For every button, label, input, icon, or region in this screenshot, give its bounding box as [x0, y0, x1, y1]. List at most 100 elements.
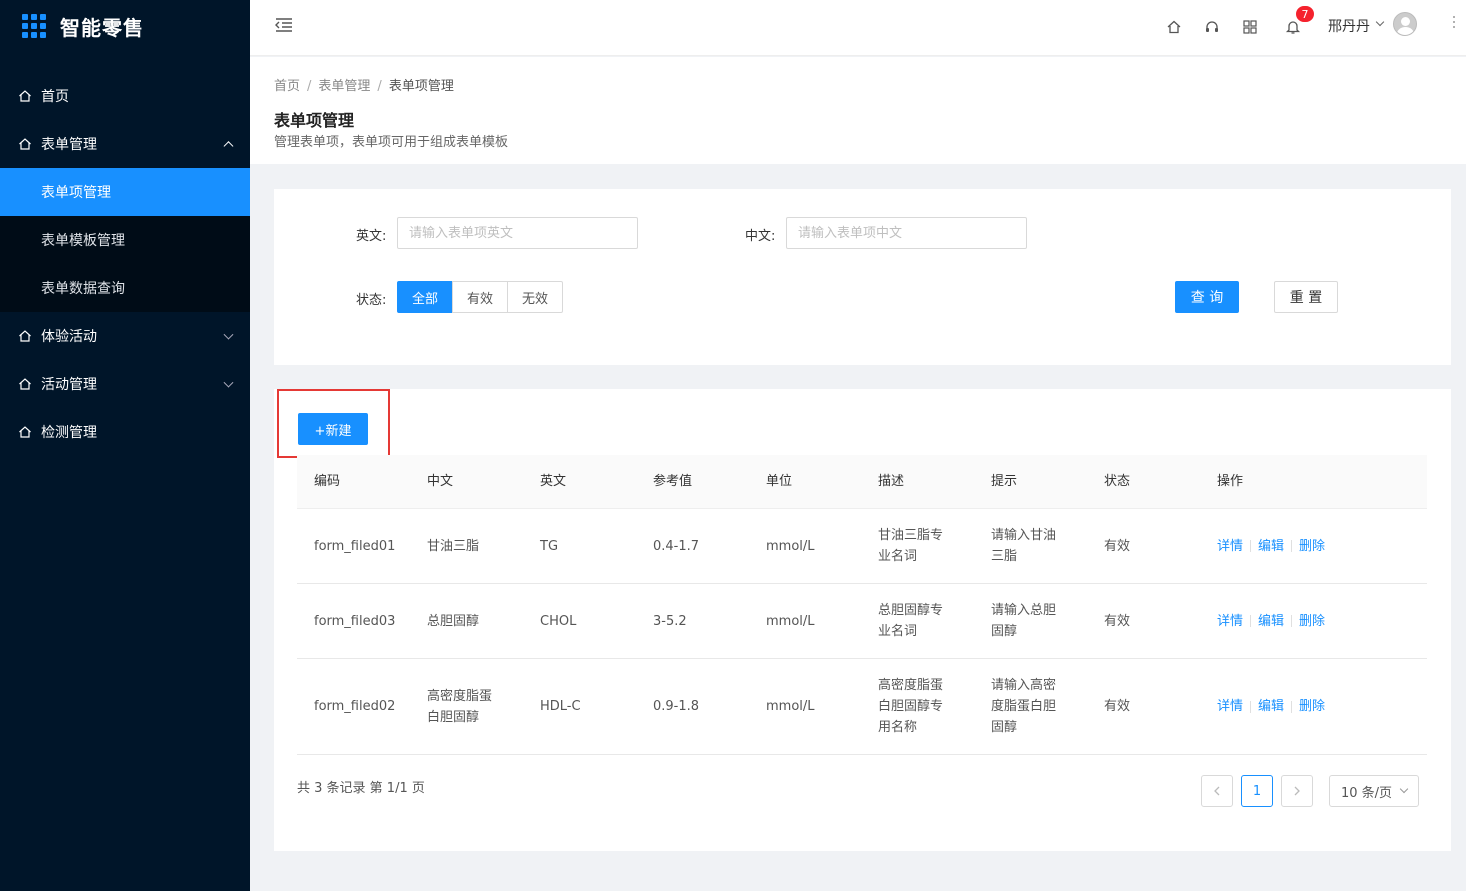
cell-unit: mmol/L [766, 538, 815, 554]
delete-link[interactable]: 删除 [1299, 614, 1325, 629]
cell-description: 高密度脂蛋白胆固醇专用名称 [878, 678, 944, 735]
menu-fold-icon[interactable] [275, 17, 293, 37]
sidebar-item-label: 表单项管理 [41, 185, 111, 201]
detail-link[interactable]: 详情 [1217, 539, 1243, 554]
cell-status: 有效 [1104, 699, 1131, 714]
detail-link[interactable]: 详情 [1217, 614, 1243, 629]
page-description: 管理表单项，表单项可用于组成表单模板 [274, 135, 509, 150]
username[interactable]: 邢丹丹 [1328, 16, 1370, 36]
sidebar-item-label: 表单管理 [41, 137, 97, 153]
page-size-value: 10 条/页 [1341, 785, 1393, 801]
breadcrumb-item-form-management[interactable]: 表单管理 [318, 79, 370, 94]
sidebar: 智能零售 首页 表单管理 表单项管理 表单模板管理 表单数据查询 体验活动 活动… [0, 0, 250, 891]
sidebar-item-label: 首页 [41, 89, 69, 105]
sidebar-item-form-item-management[interactable]: 表单项管理 [0, 168, 250, 216]
cell-code: form_filed01 [314, 538, 396, 554]
notification-badge: 7 [1295, 5, 1315, 23]
logo: 智能零售 [0, 0, 250, 52]
headset-icon[interactable] [1202, 17, 1222, 37]
sidebar-item-experience-activity[interactable]: 体验活动 [0, 312, 250, 360]
chinese-input[interactable] [786, 217, 1027, 249]
column-header: 单位 [766, 474, 793, 489]
home-icon[interactable] [1164, 17, 1184, 37]
page-title: 表单项管理 [274, 111, 355, 130]
chevron-down-icon[interactable] [1375, 17, 1385, 27]
chevron-up-icon [223, 141, 234, 152]
english-label: 英文: [356, 229, 387, 244]
column-header: 状态 [1104, 474, 1131, 489]
english-input[interactable] [397, 217, 638, 249]
status-label: 状态: [356, 293, 387, 308]
home-icon [18, 425, 32, 439]
cell-unit: mmol/L [766, 613, 815, 629]
cell-actions: 详情 编辑 删除 [1200, 696, 1427, 717]
table-row: form_filed01 甘油三脂 TG 0.4-1.7 mmol/L 甘油三脂… [297, 509, 1427, 584]
cell-actions: 详情 编辑 删除 [1200, 536, 1427, 557]
app-grid-logo-icon [22, 14, 46, 38]
status-option-invalid[interactable]: 无效 [507, 281, 564, 313]
cell-chinese: 总胆固醇 [427, 613, 480, 629]
home-icon [18, 329, 32, 343]
cell-chinese: 高密度脂蛋白胆固醇 [427, 688, 493, 725]
column-header: 提示 [991, 474, 1018, 489]
cell-unit: mmol/L [766, 699, 815, 714]
edit-link[interactable]: 编辑 [1258, 614, 1284, 629]
sidebar-item-label: 体验活动 [41, 329, 97, 345]
sidebar-item-form-data-query[interactable]: 表单数据查询 [0, 264, 250, 312]
sidebar-item-form-template-management[interactable]: 表单模板管理 [0, 216, 250, 264]
cell-hint: 请输入甘油三脂 [991, 528, 1057, 564]
sidebar-item-activity-management[interactable]: 活动管理 [0, 360, 250, 408]
sidebar-item-label: 活动管理 [41, 377, 97, 393]
submenu-form-management: 表单项管理 表单模板管理 表单数据查询 [0, 168, 250, 312]
detail-link[interactable]: 详情 [1217, 699, 1243, 714]
home-icon [18, 377, 32, 391]
page-header: 首页 / 表单管理 / 表单项管理 表单项管理 管理表单项，表单项可用于组成表单模板 [250, 57, 1466, 164]
prev-page-button[interactable] [1201, 775, 1233, 807]
breadcrumb-item-home[interactable]: 首页 [274, 79, 300, 94]
delete-link[interactable]: 删除 [1299, 699, 1325, 714]
avatar[interactable] [1393, 12, 1417, 36]
sidebar-item-detection-management[interactable]: 检测管理 [0, 408, 250, 456]
status-option-valid[interactable]: 有效 [452, 281, 509, 313]
app-title: 智能零售 [60, 15, 144, 40]
cell-code: form_filed03 [314, 613, 396, 629]
chevron-down-icon [223, 329, 234, 340]
delete-link[interactable]: 删除 [1299, 539, 1325, 554]
pagination-summary: 共 3 条记录 第 1/1 页 [297, 781, 425, 796]
cell-english: TG [540, 538, 559, 554]
column-header: 编码 [314, 474, 341, 489]
page-number-button[interactable]: 1 [1241, 775, 1273, 807]
table-header: 编码 中文 英文 参考值 单位 描述 提示 状态 操作 [297, 455, 1427, 509]
apps-grid-icon[interactable] [1240, 17, 1260, 37]
top-header: 7 邢丹丹 [250, 0, 1466, 56]
chevron-down-icon [1399, 784, 1409, 794]
reset-button[interactable]: 重 置 [1274, 281, 1338, 313]
side-menu: 首页 表单管理 表单项管理 表单模板管理 表单数据查询 体验活动 活动管理 检测… [0, 72, 250, 456]
page-size-select[interactable]: 10 条/页 [1329, 775, 1419, 807]
sidebar-item-form-management[interactable]: 表单管理 [0, 120, 250, 168]
status-option-all[interactable]: 全部 [397, 281, 454, 313]
breadcrumb: 首页 / 表单管理 / 表单项管理 [274, 79, 454, 94]
cell-reference: 0.4-1.7 [653, 538, 700, 554]
next-page-button[interactable] [1281, 775, 1313, 807]
chinese-label: 中文: [745, 229, 776, 244]
column-header: 中文 [427, 474, 454, 489]
column-header: 参考值 [653, 474, 693, 489]
chevron-down-icon [223, 377, 234, 388]
more-vertical-icon[interactable] [1453, 16, 1455, 28]
cell-reference: 3-5.2 [653, 613, 687, 629]
cell-status: 有效 [1104, 538, 1131, 554]
edit-link[interactable]: 编辑 [1258, 699, 1284, 714]
cell-english: CHOL [540, 613, 577, 629]
data-table: 编码 中文 英文 参考值 单位 描述 提示 状态 操作 form_filed01… [297, 455, 1427, 755]
home-icon [18, 89, 32, 103]
cell-code: form_filed02 [314, 699, 396, 714]
new-button[interactable]: +新建 [298, 413, 368, 445]
cell-chinese: 甘油三脂 [427, 538, 480, 554]
sidebar-item-home[interactable]: 首页 [0, 72, 250, 120]
cell-description: 甘油三脂专业名词 [878, 528, 944, 564]
query-button[interactable]: 查 询 [1175, 281, 1239, 313]
table-row: form_filed03 总胆固醇 CHOL 3-5.2 mmol/L 总胆固醇… [297, 584, 1427, 659]
edit-link[interactable]: 编辑 [1258, 539, 1284, 554]
cell-english: HDL-C [540, 699, 581, 714]
